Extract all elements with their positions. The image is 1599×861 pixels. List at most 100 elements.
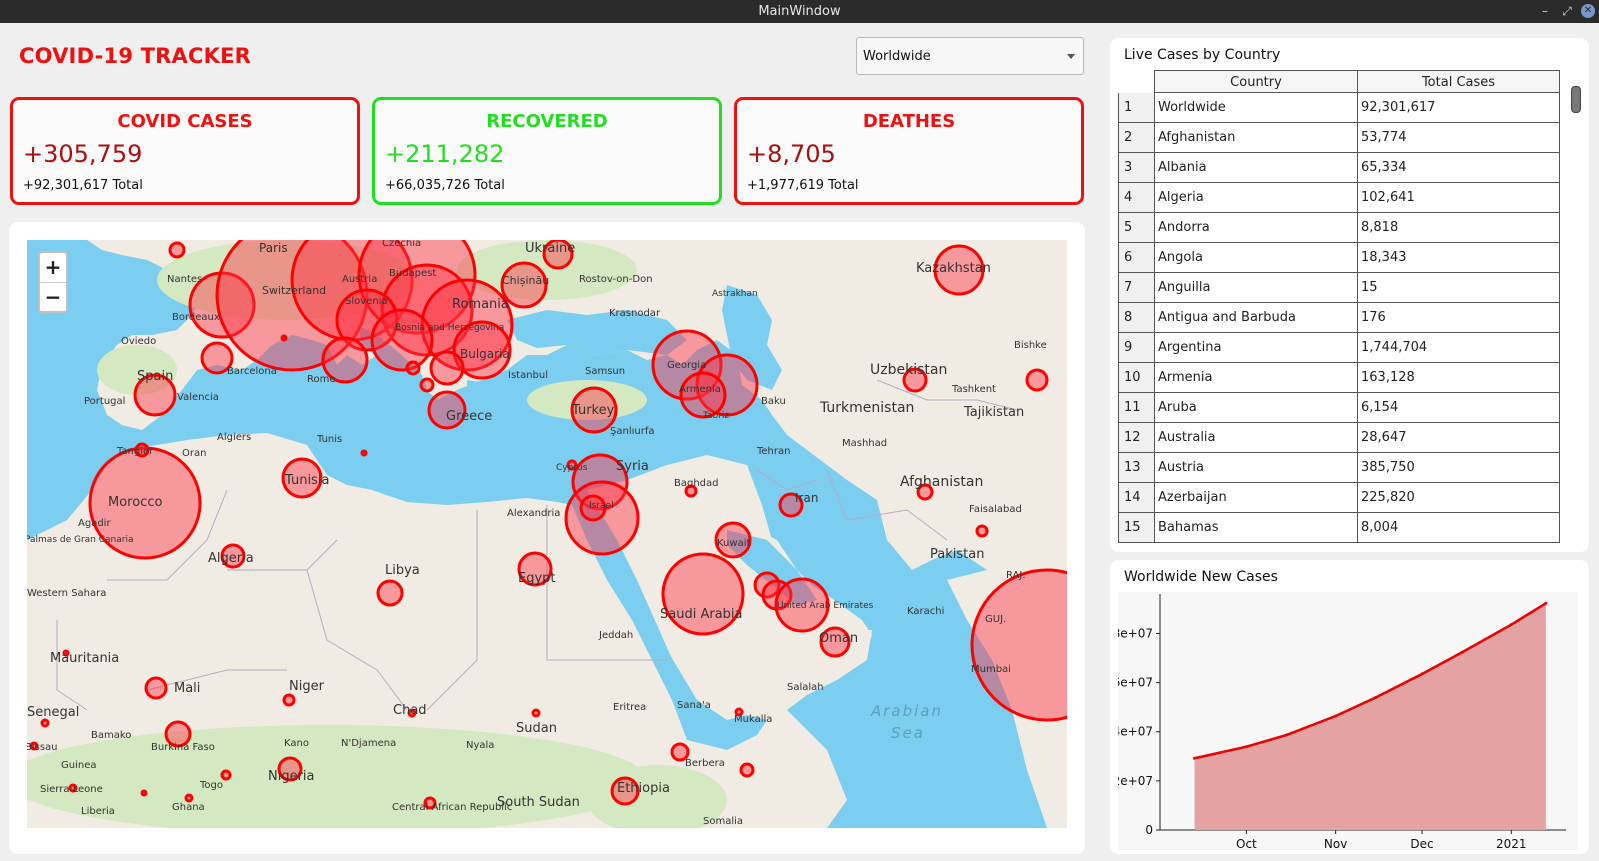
x-tick-label: Nov xyxy=(1324,837,1347,850)
map-label: Paris xyxy=(259,241,288,255)
row-number: 13 xyxy=(1118,453,1155,483)
close-button[interactable]: ✕ xyxy=(1581,4,1595,18)
map-label: Turkey xyxy=(571,403,615,418)
table-row[interactable]: 1 Worldwide 92,301,617 xyxy=(1118,93,1566,123)
total-cases-cell: 53,774 xyxy=(1357,123,1560,153)
data-point xyxy=(1420,672,1424,676)
total-cases-cell: 15 xyxy=(1357,273,1560,303)
map-label: Bordeaux xyxy=(172,312,220,323)
zoom-in-button[interactable]: + xyxy=(40,253,66,283)
cases-table[interactable]: Country Total Cases 1 Worldwide 92,301,617… xyxy=(1118,70,1566,545)
map-label: Mashhad xyxy=(842,438,887,449)
total-cases-cell: 163,128 xyxy=(1357,363,1560,393)
table-row[interactable]: 10 Armenia 163,128 xyxy=(1118,363,1566,393)
country-cell: Worldwide xyxy=(1154,93,1358,123)
table-row[interactable]: 14 Azerbaijan 225,820 xyxy=(1118,483,1566,513)
data-point xyxy=(1193,756,1197,760)
minimize-button[interactable]: – xyxy=(1537,3,1553,19)
map-label: Libya xyxy=(385,563,420,578)
table-row[interactable]: 2 Afghanistan 53,774 xyxy=(1118,123,1566,153)
map-label: Slovenia xyxy=(345,296,388,307)
table-row[interactable]: 12 Australia 28,647 xyxy=(1118,423,1566,453)
total-cases-cell: 102,641 xyxy=(1357,183,1560,213)
y-tick-label: 2e+07 xyxy=(1118,774,1153,788)
row-number: 10 xyxy=(1118,363,1155,393)
table-row[interactable]: 8 Antigua and Barbuda 176 xyxy=(1118,303,1566,333)
country-cell: Andorra xyxy=(1154,213,1358,243)
table-scrollbar[interactable] xyxy=(1569,70,1582,545)
country-cell: Afghanistan xyxy=(1154,123,1358,153)
map-label: Austria xyxy=(342,274,377,285)
map-label: Bissau xyxy=(27,742,58,753)
map-label: Algiers xyxy=(217,432,251,443)
country-cell: Armenia xyxy=(1154,363,1358,393)
map-label: Tashkent xyxy=(951,384,996,395)
row-number: 6 xyxy=(1118,243,1155,273)
total-cases-cell: 8,818 xyxy=(1357,213,1560,243)
map-label: RAJ. xyxy=(1006,570,1026,581)
map-label: Salalah xyxy=(787,682,824,693)
table-row[interactable]: 13 Austria 385,750 xyxy=(1118,453,1566,483)
map-label: Jeddah xyxy=(598,630,633,641)
covid-map[interactable]: Paris Nantes Bordeaux Switzerland Austria Cze… xyxy=(27,240,1067,828)
restore-button[interactable]: ⤢ xyxy=(1559,3,1575,19)
map-label: Oran xyxy=(182,448,206,459)
zoom-out-button[interactable]: − xyxy=(40,283,66,312)
map-label: Barcelona xyxy=(227,366,277,377)
map-label: Burkina Faso xyxy=(151,742,215,753)
deaths-new-value: +8,705 xyxy=(747,140,836,168)
deaths-total-value: +1,977,619 Total xyxy=(747,178,859,193)
map-label: Sierra Leone xyxy=(40,784,103,795)
map-label: Uzbekistan xyxy=(870,362,947,378)
table-row[interactable]: 9 Argentina 1,744,704 xyxy=(1118,333,1566,363)
map-label: Şanlıurfa xyxy=(610,426,654,437)
map-label: Valencia xyxy=(177,392,219,403)
table-row[interactable]: 7 Anguilla 15 xyxy=(1118,273,1566,303)
table-row[interactable]: 15 Bahamas 8,004 xyxy=(1118,513,1566,543)
data-point xyxy=(1544,601,1548,605)
country-cell: Anguilla xyxy=(1154,273,1358,303)
data-point xyxy=(1334,714,1338,718)
country-cell: Angola xyxy=(1154,243,1358,273)
row-number: 4 xyxy=(1118,183,1155,213)
scrollbar-thumb[interactable] xyxy=(1571,86,1581,113)
map-label: Berbera xyxy=(685,758,725,769)
map-label: Niger xyxy=(289,679,325,694)
table-row[interactable]: 11 Aruba 6,154 xyxy=(1118,393,1566,423)
map-label: Chad xyxy=(393,703,427,718)
table-row[interactable]: 5 Andorra 8,818 xyxy=(1118,213,1566,243)
total-cases-cell: 385,750 xyxy=(1357,453,1560,483)
map-label: United Arab Emirates xyxy=(777,601,874,611)
map-label: Baku xyxy=(761,396,786,407)
map-label: Israel xyxy=(589,501,614,511)
map-label: Central African Republic xyxy=(392,802,512,813)
map-label: Spain xyxy=(137,369,173,384)
data-point xyxy=(1285,733,1289,737)
deaths-label: DEATHES xyxy=(862,111,956,132)
total-cases-cell: 18,343 xyxy=(1357,243,1560,273)
country-select[interactable]: Worldwide xyxy=(856,37,1084,75)
map-label: South Sudan xyxy=(497,795,580,810)
map-label: Bishke xyxy=(1014,340,1047,351)
header-total-cases[interactable]: Total Cases xyxy=(1357,70,1560,93)
map-label: Sudan xyxy=(516,721,557,736)
map-label: Senegal xyxy=(27,705,79,720)
x-tick-label: Dec xyxy=(1410,837,1433,850)
table-row[interactable]: 4 Algeria 102,641 xyxy=(1118,183,1566,213)
map-label: Georgia xyxy=(667,360,706,371)
map-label: Rome xyxy=(307,374,336,385)
map-label: Palmas de Gran Canaria xyxy=(27,535,133,545)
map-label: Guinea xyxy=(61,760,96,771)
map-label: Greece xyxy=(446,409,492,424)
window-titlebar: MainWindow – ⤢ ✕ xyxy=(0,0,1599,23)
map-label: Algeria xyxy=(208,551,254,566)
x-tick-label: Oct xyxy=(1236,837,1257,850)
table-row[interactable]: 6 Angola 18,343 xyxy=(1118,243,1566,273)
map-label: Kano xyxy=(284,738,309,749)
map-label: Astrakhan xyxy=(712,289,758,299)
table-row[interactable]: 3 Albania 65,334 xyxy=(1118,153,1566,183)
map-label: Saudi Arabia xyxy=(660,607,743,622)
recovered-card: RECOVERED +211,282 +66,035,726 Total xyxy=(372,97,722,205)
country-cell: Argentina xyxy=(1154,333,1358,363)
header-country[interactable]: Country xyxy=(1154,70,1358,93)
